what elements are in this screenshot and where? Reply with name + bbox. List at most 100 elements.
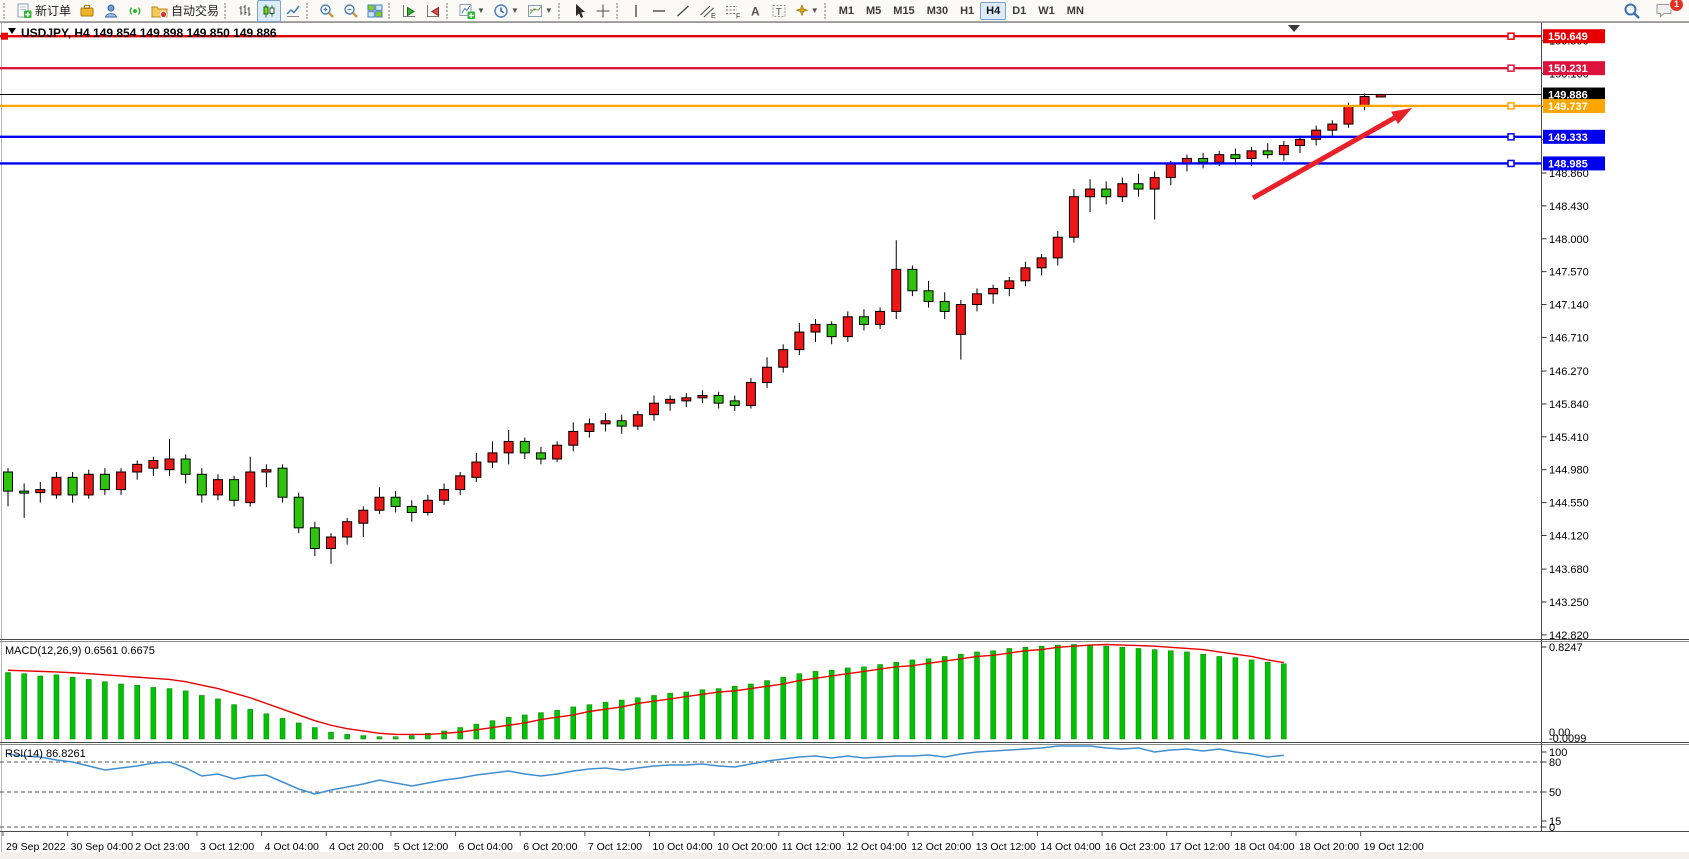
- notifications-button[interactable]: 1: [1651, 0, 1679, 22]
- templates-button[interactable]: ▼: [523, 0, 557, 22]
- timeframe-w1-button[interactable]: W1: [1032, 2, 1061, 20]
- new-order-button[interactable]: 新订单: [12, 0, 75, 22]
- candle-body: [294, 497, 303, 528]
- line-handle[interactable]: [1508, 134, 1514, 140]
- auto-trading-button[interactable]: 自动交易: [147, 0, 223, 22]
- line-handle[interactable]: [1508, 65, 1514, 71]
- candle-body: [375, 497, 384, 510]
- zoom-in-button[interactable]: [315, 0, 339, 22]
- price-tick-label: 148.430: [1549, 201, 1589, 213]
- macd-histogram-bar: [942, 656, 947, 739]
- macd-histogram-bar: [894, 662, 899, 739]
- macd-histogram-bar: [829, 670, 834, 739]
- line-handle[interactable]: [2, 33, 8, 39]
- candle-body: [940, 301, 949, 311]
- price-tick-label: 142.820: [1549, 630, 1589, 642]
- briefcase-icon: [79, 3, 95, 19]
- shapes-button[interactable]: ▼: [791, 0, 823, 22]
- candle-chart-button[interactable]: [257, 0, 281, 22]
- time-axis-label: 17 Oct 12:00: [1170, 841, 1230, 853]
- line-handle[interactable]: [1508, 103, 1514, 109]
- candle-body: [1215, 155, 1224, 163]
- chevron-down-icon[interactable]: ▼: [511, 6, 519, 15]
- signals-button[interactable]: [123, 0, 147, 22]
- macd-histogram-bar: [409, 736, 414, 739]
- macd-histogram-bar: [797, 674, 802, 739]
- community-button[interactable]: [99, 0, 123, 22]
- tile-windows-button[interactable]: [363, 0, 387, 22]
- text-button[interactable]: A: [745, 0, 767, 22]
- candle-body: [343, 522, 352, 537]
- zoom-in-icon: [319, 3, 335, 19]
- line-chart-button[interactable]: [281, 0, 305, 22]
- cursor-button[interactable]: [567, 0, 591, 22]
- candle-body: [1005, 281, 1014, 289]
- timeframe-h4-button[interactable]: H4: [980, 2, 1006, 20]
- indicators-button[interactable]: ▼: [455, 0, 489, 22]
- macd-histogram-bar: [555, 710, 560, 739]
- candle-body: [763, 367, 772, 382]
- candle-body: [779, 350, 788, 368]
- candle-body: [1231, 155, 1240, 159]
- candle-body: [165, 459, 174, 470]
- timeframe-m5-button[interactable]: M5: [860, 2, 887, 20]
- price-tick-label: 143.250: [1549, 597, 1589, 609]
- label-button[interactable]: T: [767, 0, 791, 22]
- crosshair-icon: [595, 3, 611, 19]
- candle-body: [876, 311, 885, 324]
- candle-body: [553, 445, 562, 459]
- rsi-axis-label: 80: [1549, 757, 1561, 769]
- macd-histogram-bar: [1249, 660, 1254, 739]
- fibonacci-button[interactable]: F: [720, 0, 745, 22]
- chevron-down-icon[interactable]: ▼: [545, 6, 553, 15]
- horizontal-line-button[interactable]: [647, 0, 671, 22]
- timeframe-mn-button[interactable]: MN: [1061, 2, 1090, 20]
- bottom-strip: [0, 852, 1689, 859]
- macd-histogram-bar: [377, 737, 382, 739]
- macd-histogram-bar: [506, 717, 511, 739]
- crosshair-button[interactable]: [591, 0, 615, 22]
- macd-histogram-bar: [878, 665, 883, 739]
- macd-histogram-bar: [1088, 645, 1093, 739]
- trendline-button[interactable]: [671, 0, 695, 22]
- channel-button[interactable]: E: [695, 0, 720, 22]
- candle-body: [1037, 258, 1046, 268]
- notification-badge: 1: [1669, 0, 1684, 12]
- timeframe-m15-button[interactable]: M15: [887, 2, 920, 20]
- periods-button[interactable]: ▼: [489, 0, 523, 22]
- line-handle[interactable]: [1508, 33, 1514, 39]
- macd-histogram-bar: [748, 684, 753, 739]
- svg-text:E: E: [711, 13, 716, 19]
- chart-area[interactable]: 150.590150.160149.730149.300148.860148.4…: [0, 22, 1689, 859]
- bar-chart-button[interactable]: [233, 0, 257, 22]
- price-line-tag-text: 149.333: [1548, 132, 1588, 144]
- macd-axis-label: 0.8247: [1549, 642, 1583, 654]
- timeframe-m1-button[interactable]: M1: [833, 2, 860, 20]
- search-button[interactable]: [1619, 0, 1645, 22]
- chevron-down-icon[interactable]: ▼: [477, 6, 485, 15]
- toolbar-grip: [306, 3, 312, 19]
- chart-shift-button[interactable]: [421, 0, 445, 22]
- macd-histogram-bar: [926, 659, 931, 739]
- candle-body: [536, 453, 545, 459]
- candle-body: [262, 470, 271, 472]
- market-watch-button[interactable]: [75, 0, 99, 22]
- auto-scroll-button[interactable]: [397, 0, 421, 22]
- line-handle[interactable]: [1508, 160, 1514, 166]
- timeframe-d1-button[interactable]: D1: [1006, 2, 1032, 20]
- macd-histogram-bar: [1120, 647, 1125, 739]
- time-axis-label: 4 Oct 20:00: [329, 841, 383, 853]
- time-axis-label: 29 Sep 2022: [6, 841, 66, 853]
- new-order-button-label: 新订单: [35, 2, 71, 19]
- timeframe-h1-button[interactable]: H1: [954, 2, 980, 20]
- zoom-out-icon: [343, 3, 359, 19]
- chevron-down-icon[interactable]: ▼: [811, 6, 819, 15]
- macd-histogram-bar: [70, 677, 75, 739]
- macd-histogram-bar: [312, 728, 317, 739]
- zoom-out-button[interactable]: [339, 0, 363, 22]
- vertical-line-button[interactable]: [625, 0, 647, 22]
- macd-histogram-bar: [845, 668, 850, 739]
- macd-histogram-bar: [700, 690, 705, 739]
- candle-body: [569, 431, 578, 445]
- timeframe-m30-button[interactable]: M30: [921, 2, 954, 20]
